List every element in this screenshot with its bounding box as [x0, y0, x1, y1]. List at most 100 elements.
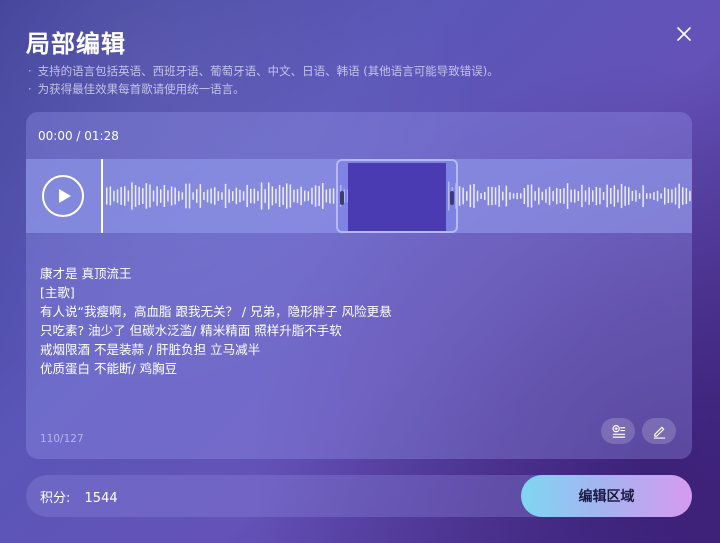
waveform-bar	[134, 185, 137, 207]
waveform-bar	[124, 186, 126, 206]
waveform-bar	[570, 189, 572, 203]
waveform-bar	[559, 189, 562, 204]
waveform-bar	[152, 190, 155, 202]
waveform-bar	[466, 191, 468, 201]
waveform-bar	[271, 186, 274, 206]
pencil-icon	[653, 426, 665, 439]
waveform-bar	[174, 187, 176, 205]
waveform-bar	[689, 190, 691, 202]
waveform-bar	[646, 193, 648, 199]
waveform-bar	[505, 185, 508, 207]
waveform-bar	[109, 186, 112, 206]
play-button[interactable]	[42, 175, 84, 217]
waveform-bar	[498, 185, 500, 207]
playhead[interactable]	[101, 159, 103, 233]
waveform-track[interactable]	[26, 159, 692, 233]
close-button[interactable]	[674, 24, 694, 44]
waveform-bar	[682, 187, 684, 205]
dialog-title: 局部编辑	[26, 30, 126, 58]
selection-end-handle[interactable]	[450, 191, 454, 205]
waveform-bar	[142, 188, 144, 204]
waveform-bar	[224, 183, 227, 208]
add-lyrics-icon	[611, 424, 625, 438]
waveform-bar	[613, 185, 616, 207]
waveform-bar	[296, 189, 299, 204]
waveform-bar	[210, 188, 212, 204]
lyric-line: [主歌]	[40, 285, 75, 300]
tip-item: 为获得最佳效果每首歌请使用统一语言。	[28, 80, 499, 98]
waveform-bar	[620, 183, 623, 209]
lyric-line: 戒烟限酒 不是装蒜 / 肝脏负担 立马减半	[40, 342, 261, 357]
waveform-bar	[181, 192, 184, 200]
waveform-bar	[484, 192, 486, 200]
waveform-bar	[545, 189, 547, 203]
waveform-bar	[671, 189, 673, 203]
waveform-bar	[592, 190, 594, 202]
waveform-bar	[257, 191, 259, 201]
waveform-bar	[638, 193, 641, 199]
waveform-bar	[286, 183, 288, 209]
waveform-bar	[520, 193, 522, 199]
waveform-bar	[196, 189, 198, 203]
waveform-bar	[534, 191, 536, 201]
dialog-header: 局部编辑	[26, 24, 694, 59]
waveform-bar	[527, 184, 529, 208]
close-icon	[677, 27, 691, 41]
waveform-bar	[325, 189, 328, 203]
waveform-bar	[322, 183, 324, 209]
add-lyrics-button[interactable]	[601, 418, 635, 444]
waveform-bar	[127, 190, 130, 202]
waveform-bar	[188, 183, 191, 209]
waveform-bar	[480, 193, 482, 199]
waveform-bar	[649, 193, 652, 199]
waveform-bar	[185, 183, 187, 209]
waveform-bar	[563, 188, 565, 204]
waveform-bar	[642, 185, 644, 207]
footer-bar: 积分: 1544 编辑区域	[26, 475, 692, 517]
selection-fill	[348, 163, 446, 231]
waveform-bar	[577, 191, 580, 201]
waveform-bar	[314, 185, 317, 207]
lyric-line: 有人说“我瘦啊，高血脂 跟我无关？ / 兄弟，隐形胖子 风险更悬	[40, 304, 392, 319]
points-label: 积分:	[40, 491, 71, 506]
waveform-bar	[170, 186, 173, 206]
waveform-bar	[476, 190, 479, 202]
editor-panel: 00:00 / 01:28 康才是 真顶流王 [主歌] 有人说“我瘦啊，高血脂 …	[26, 112, 692, 459]
waveform-bar	[221, 192, 223, 200]
waveform-bar	[307, 191, 310, 201]
waveform-bar	[617, 189, 619, 203]
waveform-bar	[667, 189, 670, 203]
waveform-bar	[192, 192, 194, 200]
waveform-bar	[512, 193, 515, 199]
character-counter: 110/127	[40, 433, 84, 445]
waveform-bar	[250, 188, 252, 204]
waveform-bar	[473, 184, 475, 208]
waveform-bar	[160, 189, 162, 203]
waveform-bar	[610, 188, 612, 204]
lyric-line: 康才是 真顶流王	[40, 266, 132, 281]
waveform-bar	[509, 192, 511, 200]
waveform-bar	[318, 185, 320, 207]
waveform-bar	[566, 183, 569, 209]
tip-item: 支持的语言包括英语、西班牙语、葡萄牙语、中文、日语、韩语 (其他语言可能导致错误…	[28, 62, 499, 80]
lyrics-editor[interactable]: 康才是 真顶流王 [主歌] 有人说“我瘦啊，高血脂 跟我无关？ / 兄弟，隐形胖…	[40, 264, 392, 378]
waveform-bar	[538, 187, 540, 205]
waveform-bar	[217, 191, 220, 201]
edit-region-button[interactable]: 编辑区域	[521, 475, 692, 517]
waveform-bar	[156, 186, 158, 206]
waveform-bar	[588, 187, 590, 205]
waveform-bar	[304, 190, 306, 202]
edit-selection-region[interactable]	[336, 159, 458, 233]
waveform-bar	[138, 186, 140, 206]
points-display: 积分: 1544	[40, 487, 118, 506]
waveform-bar	[458, 186, 461, 206]
waveform-bar	[120, 187, 122, 205]
selection-start-handle[interactable]	[340, 191, 344, 205]
waveform-bar	[635, 190, 637, 202]
waveform-bar	[289, 184, 292, 208]
waveform-bar	[206, 189, 209, 203]
waveform-bar	[268, 182, 270, 210]
edit-lyrics-button[interactable]	[642, 418, 676, 444]
waveform-bar	[660, 193, 662, 199]
waveform-bar	[246, 184, 248, 208]
